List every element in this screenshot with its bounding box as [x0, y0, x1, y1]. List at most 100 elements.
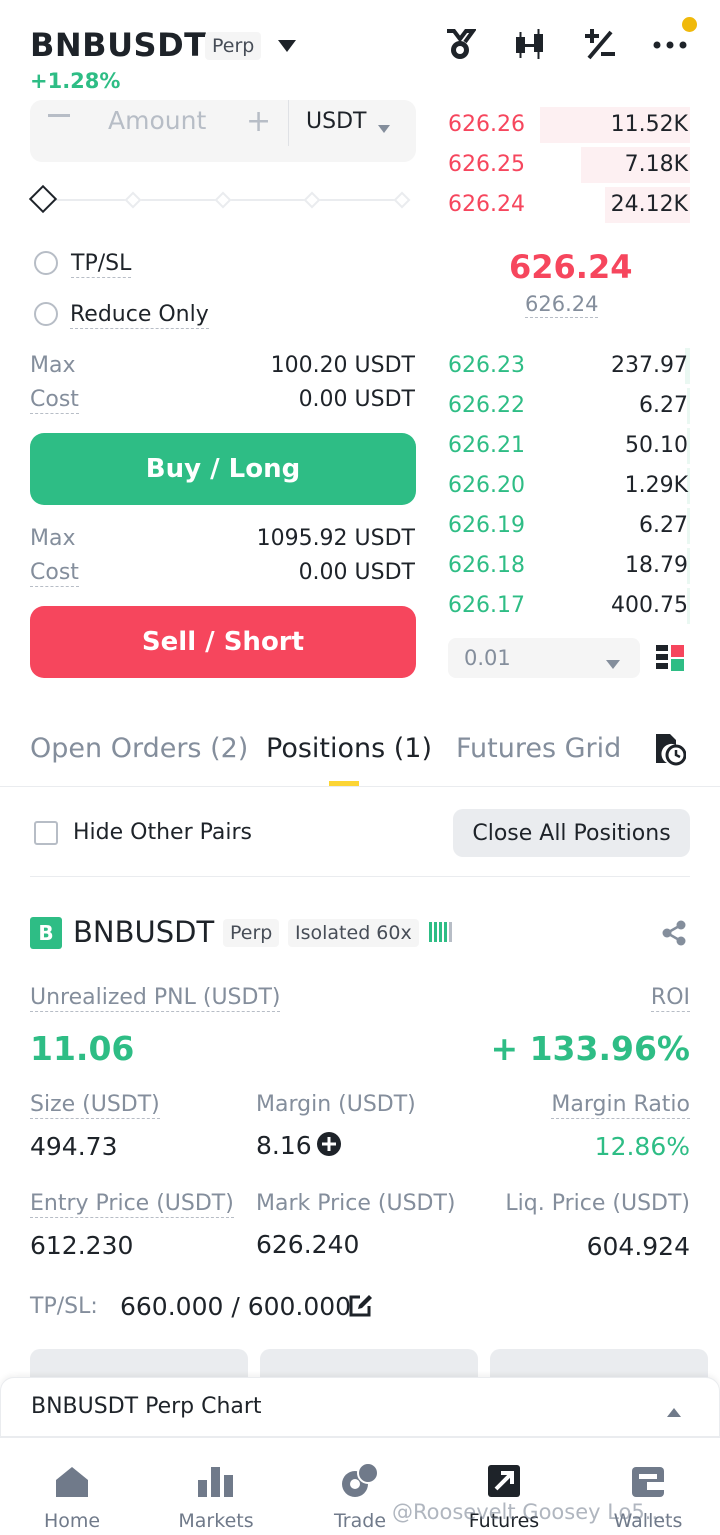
candlestick-icon[interactable] [508, 23, 552, 67]
add-margin-icon[interactable] [317, 1132, 341, 1160]
bid-row[interactable]: 626.17 400.75 [448, 586, 690, 626]
notification-dot [682, 17, 697, 32]
slider-step-75[interactable] [303, 191, 321, 209]
tab-positions[interactable]: Positions (1) [266, 733, 432, 764]
precision-select[interactable]: 0.01 [448, 638, 640, 678]
ask-quantity: 11.52K [610, 112, 688, 137]
medal-icon[interactable] [438, 23, 482, 67]
chevron-up-icon[interactable] [667, 1402, 681, 1421]
tab-open-orders[interactable]: Open Orders (2) [30, 733, 248, 764]
nav-markets[interactable]: Markets [144, 1458, 288, 1532]
margin-mode-tag[interactable]: Isolated 60x [288, 919, 419, 947]
ask-quantity: 7.18K [624, 152, 688, 177]
unit-select[interactable]: USDT [306, 109, 366, 134]
chart-drawer-label[interactable]: BNBUSDT Perp Chart [31, 1394, 262, 1419]
tabs-divider [0, 786, 720, 787]
long-side-badge: B [30, 917, 62, 949]
share-icon[interactable] [661, 920, 687, 950]
liq-price-value: 604.924 [586, 1232, 690, 1261]
symbol-title[interactable]: BNBUSDT [30, 26, 206, 64]
bid-price: 626.22 [448, 393, 525, 418]
margin-value: 8.16 [256, 1131, 312, 1160]
roi-value: + 133.96% [490, 1029, 690, 1068]
amount-input-box[interactable]: Amount + USDT [30, 100, 416, 162]
position-symbol[interactable]: BNBUSDT [73, 915, 214, 949]
slider-step-25[interactable] [124, 191, 142, 209]
mark-price[interactable]: 626.24 [525, 292, 599, 318]
ask-row[interactable]: 626.24 24.12K [448, 185, 690, 225]
buy-max-label: Max [30, 353, 76, 378]
bid-price: 626.17 [448, 593, 525, 618]
tab-futures-grid[interactable]: Futures Grid [456, 733, 621, 764]
buy-cost-value: 0.00 USDT [298, 387, 415, 412]
precision-value[interactable]: 0.01 [464, 646, 511, 670]
size-label[interactable]: Size (USDT) [30, 1092, 160, 1119]
hide-other-pairs-label[interactable]: Hide Other Pairs [73, 820, 252, 845]
sell-max-value: 1095.92 USDT [256, 526, 415, 551]
precision-chevron-down-icon[interactable] [606, 654, 620, 673]
ask-row[interactable]: 626.26 11.52K [448, 105, 690, 145]
sell-cost-label: Cost [30, 560, 79, 587]
ask-price: 626.25 [448, 152, 525, 177]
entry-price-value: 612.230 [30, 1231, 134, 1260]
sell-short-button[interactable]: Sell / Short [30, 606, 416, 678]
watermark: @Roosevelt Goosey Lo5... [392, 1500, 665, 1524]
bid-price: 626.21 [448, 433, 525, 458]
plus-icon[interactable]: + [246, 104, 271, 139]
roi-label[interactable]: ROI [650, 985, 690, 1012]
nav-markets-label: Markets [178, 1510, 254, 1532]
orderbook-layout-icon[interactable] [656, 645, 684, 677]
price-change: +1.28% [30, 69, 121, 93]
buy-long-button[interactable]: Buy / Long [30, 433, 416, 505]
bid-quantity: 237.97 [611, 353, 688, 378]
amount-placeholder[interactable]: Amount [108, 106, 206, 135]
bid-row[interactable]: 626.19 6.27 [448, 506, 690, 546]
ask-row[interactable]: 626.25 7.18K [448, 145, 690, 185]
hide-other-pairs-checkbox[interactable] [34, 821, 58, 845]
reduce-only-radio[interactable] [34, 302, 58, 326]
reduce-only-label[interactable]: Reduce Only [70, 302, 209, 329]
unrealized-pnl-label[interactable]: Unrealized PNL (USDT) [30, 985, 281, 1012]
bid-row[interactable]: 626.22 6.27 [448, 386, 690, 426]
bid-row[interactable]: 626.20 1.29K [448, 466, 690, 506]
divider [288, 100, 289, 146]
bid-quantity: 6.27 [639, 393, 688, 418]
sell-cost-value: 0.00 USDT [298, 560, 415, 585]
margin-label: Margin (USDT) [256, 1092, 416, 1117]
bid-quantity: 1.29K [624, 473, 688, 498]
buy-max-value: 100.20 USDT [270, 353, 415, 378]
chart-drawer[interactable]: BNBUSDT Perp Chart [0, 1377, 720, 1437]
minus-icon[interactable] [48, 114, 70, 117]
ask-price: 626.24 [448, 192, 525, 217]
size-value: 494.73 [30, 1132, 118, 1161]
tp-sl-value: 660.000 / 600.000 [120, 1292, 352, 1321]
slider-step-100[interactable] [393, 191, 411, 209]
unrealized-pnl-value: 11.06 [30, 1029, 135, 1068]
percent-calculator-icon[interactable] [578, 23, 622, 67]
margin-ratio-value: 12.86% [594, 1132, 690, 1161]
home-icon [52, 1458, 92, 1498]
bid-row[interactable]: 626.23 237.97 [448, 346, 690, 386]
mark-price-value: 626.240 [256, 1230, 360, 1259]
bid-row[interactable]: 626.18 18.79 [448, 546, 690, 586]
edit-icon[interactable] [348, 1294, 374, 1322]
tp-sl-radio[interactable] [34, 251, 58, 275]
bid-price: 626.23 [448, 353, 525, 378]
mark-price-label: Mark Price (USDT) [256, 1191, 456, 1216]
entry-price-label[interactable]: Entry Price (USDT) [30, 1191, 234, 1218]
nav-home[interactable]: Home [0, 1458, 144, 1532]
bid-price: 626.18 [448, 553, 525, 578]
leverage-bars-icon [429, 922, 453, 948]
margin-ratio-label[interactable]: Margin Ratio [551, 1092, 690, 1119]
tp-sl-label[interactable]: TP/SL [71, 251, 132, 278]
contract-tag: Perp [205, 32, 262, 60]
unit-chevron-down-icon[interactable] [378, 118, 390, 137]
slider-step-50[interactable] [214, 191, 232, 209]
bid-row[interactable]: 626.21 50.10 [448, 426, 690, 466]
symbol-dropdown-chevron-icon[interactable] [277, 38, 297, 57]
slider-handle[interactable] [28, 184, 58, 214]
bid-quantity: 400.75 [611, 593, 688, 618]
close-all-positions-button[interactable]: Close All Positions [453, 809, 690, 857]
position-contract-tag: Perp [223, 919, 280, 947]
order-history-icon[interactable] [654, 732, 687, 770]
